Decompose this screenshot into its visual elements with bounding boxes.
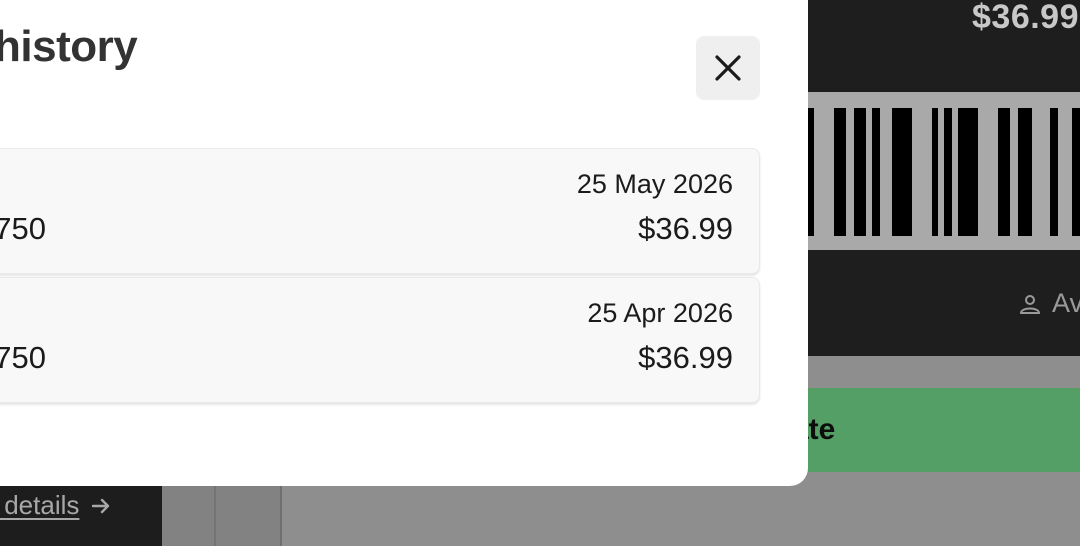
account-item[interactable]: Av xyxy=(1018,288,1080,319)
history-date: 25 Apr 2026 xyxy=(587,298,733,328)
header-price: $36.99 xyxy=(972,0,1079,36)
modal-title: history xyxy=(0,22,138,71)
divider xyxy=(214,486,216,546)
close-button[interactable] xyxy=(696,36,760,100)
history-amount: $36.99 xyxy=(638,211,733,246)
history-amount: $36.99 xyxy=(638,340,733,375)
history-modal: history 0750 25 May 2026 $36.99 0750 25 … xyxy=(0,0,808,486)
view-details-label: v details xyxy=(0,490,80,520)
barcode xyxy=(808,92,1080,250)
person-icon xyxy=(1019,294,1041,314)
history-row[interactable]: 0750 25 May 2026 $36.99 xyxy=(0,148,760,274)
account-label: Av xyxy=(1052,288,1080,318)
history-date: 25 May 2026 xyxy=(576,169,733,199)
history-row[interactable]: 0750 25 Apr 2026 $36.99 xyxy=(0,277,760,403)
screen: $36.99 Av ate v details histor xyxy=(0,0,1080,546)
history-code: 0750 xyxy=(0,340,46,375)
history-code: 0750 xyxy=(0,211,46,246)
arrow-right-icon xyxy=(92,498,110,513)
background-panel xyxy=(162,486,280,546)
view-details-link[interactable]: v details xyxy=(0,490,113,521)
close-icon xyxy=(715,55,741,81)
history-list: 0750 25 May 2026 $36.99 0750 25 Apr 2026… xyxy=(0,148,760,406)
divider xyxy=(280,486,282,546)
